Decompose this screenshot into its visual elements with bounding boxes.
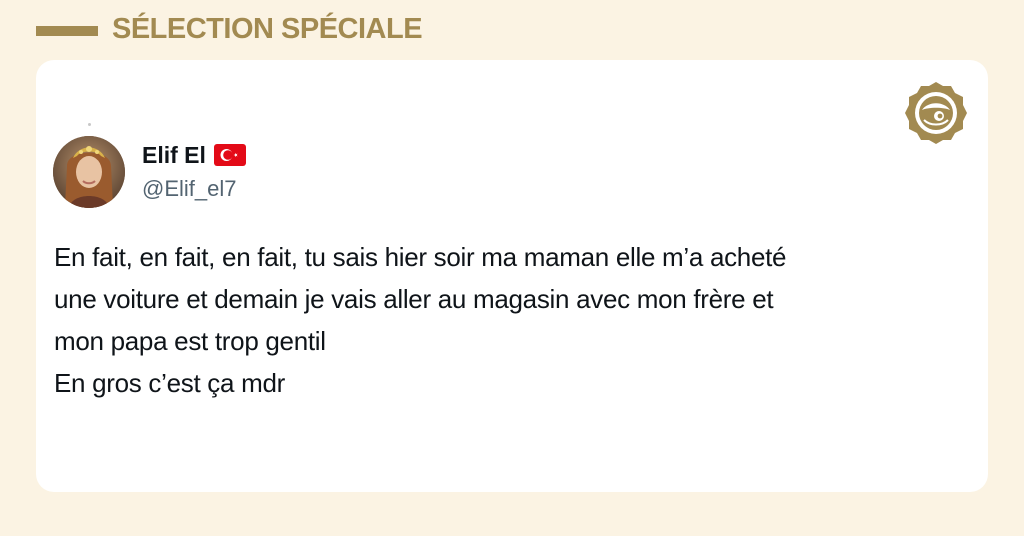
tweet-line: En fait, en fait, en fait, tu sais hier … xyxy=(54,242,787,272)
header-accent-bar xyxy=(36,26,98,36)
author-handle[interactable]: @Elif_el7 xyxy=(142,176,237,202)
tweet-card: Elif El @Elif_el7 En fait, en fait, en f… xyxy=(36,60,988,492)
avatar[interactable] xyxy=(53,136,125,208)
author-name[interactable]: Elif El xyxy=(142,142,206,169)
brand-seal-logo-icon xyxy=(905,82,967,144)
section-title: SÉLECTION SPÉCIALE xyxy=(112,13,423,45)
tweet-text: En fait, en fait, en fait, tu sais hier … xyxy=(54,236,974,404)
author-row: Elif El xyxy=(142,140,246,170)
decorative-dot xyxy=(88,123,91,126)
tweet-line: une voiture et demain je vais aller au m… xyxy=(54,284,774,314)
avatar-image xyxy=(53,136,125,208)
tweet-line: En gros c’est ça mdr xyxy=(54,368,285,398)
tweet-line: mon papa est trop gentil xyxy=(54,326,326,356)
turkey-flag-icon xyxy=(213,144,246,166)
